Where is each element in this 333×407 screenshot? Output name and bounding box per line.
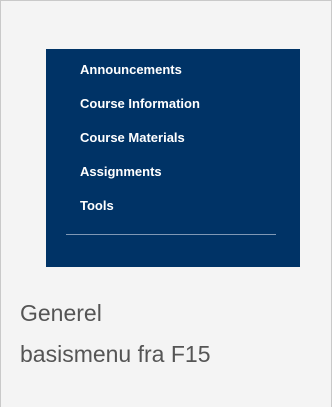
caption-line-2: basismenu fra F15 [20,341,211,367]
menu-divider [66,234,276,235]
menu-item-course-materials: Course Materials [80,130,185,145]
menu-item-announcements: Announcements [80,62,182,77]
template-caption: Generel basismenu fra F15 [20,293,320,375]
menu-preview-thumbnail[interactable]: Announcements Course Information Course … [46,49,300,267]
caption-line-1: Generel [20,300,102,326]
menu-item-tools: Tools [80,198,114,213]
menu-item-course-information: Course Information [80,96,200,111]
template-card[interactable]: Announcements Course Information Course … [0,0,332,407]
course-menu-list: Announcements Course Information Course … [80,61,200,231]
menu-item-assignments: Assignments [80,164,162,179]
